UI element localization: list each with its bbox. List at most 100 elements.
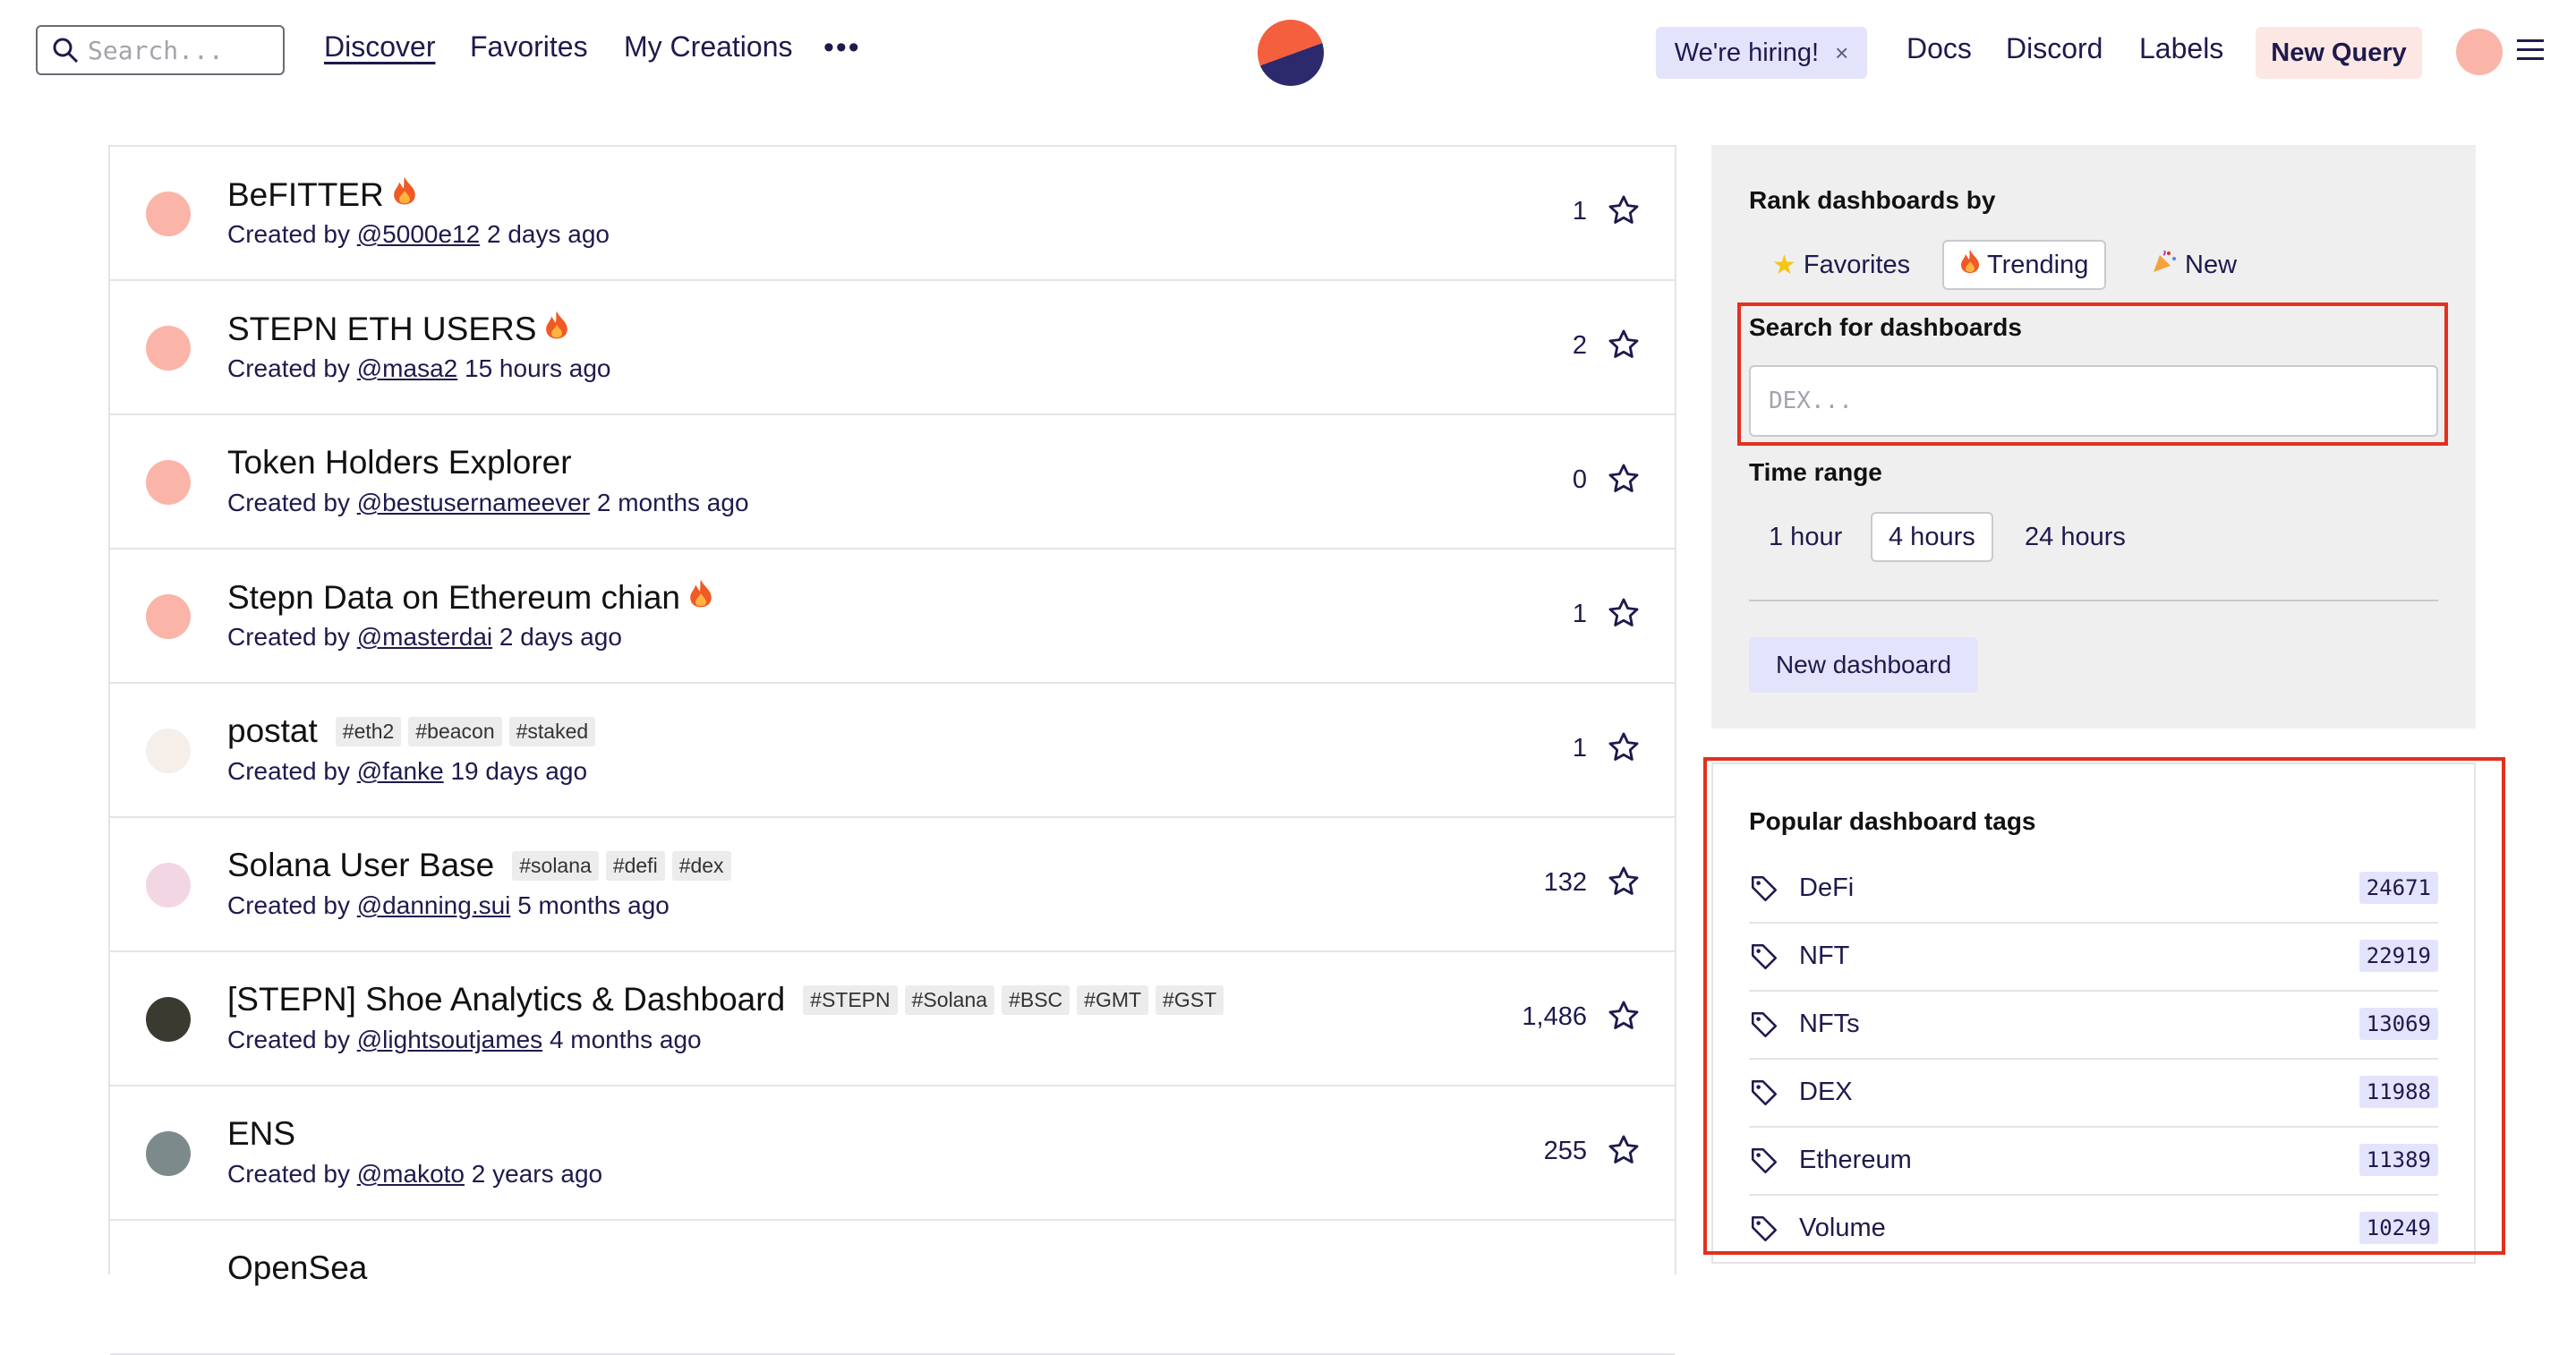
dashboard-title-text[interactable]: BeFITTER bbox=[227, 176, 384, 214]
nav-my-creations[interactable]: My Creations bbox=[624, 30, 793, 64]
dashboard-tag[interactable]: #GST bbox=[1156, 984, 1224, 1015]
star-icon[interactable] bbox=[1607, 865, 1641, 903]
creator-link[interactable]: @danning.sui bbox=[357, 891, 511, 919]
creator-link[interactable]: @makoto bbox=[357, 1160, 465, 1188]
dashboard-title[interactable]: OpenSea bbox=[227, 1249, 367, 1287]
created-age: 2 days ago bbox=[486, 220, 610, 248]
creator-avatar[interactable] bbox=[146, 460, 191, 505]
dashboard-row[interactable]: ENS Created by @makoto 2 years ago 255 bbox=[110, 1087, 1675, 1221]
creator-avatar[interactable] bbox=[146, 863, 191, 908]
dashboard-tag[interactable]: #solana bbox=[512, 850, 599, 881]
time-option-4h[interactable]: 4 hours bbox=[1871, 512, 1993, 562]
new-dashboard-button[interactable]: New dashboard bbox=[1749, 637, 1978, 693]
star-icon[interactable] bbox=[1607, 999, 1641, 1037]
dune-logo[interactable] bbox=[1258, 20, 1324, 86]
dashboard-row[interactable]: Token Holders Explorer Created by @bestu… bbox=[110, 415, 1675, 550]
dashboard-tag[interactable]: #STEPN bbox=[803, 984, 898, 1015]
dashboard-title-text[interactable]: OpenSea bbox=[227, 1249, 367, 1287]
rank-option-new[interactable]: New bbox=[2135, 240, 2253, 290]
dashboard-title[interactable]: Stepn Data on Ethereum chian bbox=[227, 578, 712, 617]
creator-avatar[interactable] bbox=[146, 997, 191, 1042]
dashboard-tag[interactable]: #defi bbox=[605, 850, 665, 881]
dashboard-title-text[interactable]: STEPN ETH USERS bbox=[227, 311, 536, 348]
more-menu-button[interactable]: ••• bbox=[823, 30, 861, 65]
fire-icon bbox=[689, 578, 712, 617]
user-avatar[interactable] bbox=[2456, 29, 2503, 75]
creator-avatar[interactable] bbox=[146, 192, 191, 236]
creator-link[interactable]: @5000e12 bbox=[357, 220, 480, 248]
dashboard-byline: Created by @lightsoutjames 4 months ago bbox=[227, 1026, 702, 1054]
dashboard-title-text[interactable]: Stepn Data on Ethereum chian bbox=[227, 579, 680, 617]
nav-discover[interactable]: Discover bbox=[324, 30, 435, 64]
creator-link[interactable]: @bestusernameever bbox=[357, 489, 590, 516]
nav-docs[interactable]: Docs bbox=[1906, 32, 1972, 65]
favorite-count: 1,486 bbox=[1522, 1002, 1587, 1031]
tag-list: #eth2 #beacon #staked bbox=[335, 716, 602, 746]
creator-link[interactable]: @masa2 bbox=[357, 354, 457, 382]
dashboard-title-text[interactable]: postat bbox=[227, 712, 318, 750]
rank-option-label: Trending bbox=[1987, 250, 2089, 279]
star-icon[interactable] bbox=[1607, 193, 1641, 232]
party-popper-icon bbox=[2151, 248, 2178, 282]
nav-labels[interactable]: Labels bbox=[2139, 32, 2223, 65]
creator-avatar[interactable] bbox=[146, 729, 191, 773]
dashboard-row[interactable]: BeFITTER Created by @5000e12 2 days ago … bbox=[110, 147, 1675, 281]
dashboard-title[interactable]: postat #eth2 #beacon #staked bbox=[227, 712, 602, 750]
creator-avatar[interactable] bbox=[146, 594, 191, 639]
dashboard-title[interactable]: BeFITTER bbox=[227, 175, 416, 214]
nav-favorites[interactable]: Favorites bbox=[470, 30, 588, 64]
dashboard-title[interactable]: Token Holders Explorer bbox=[227, 444, 572, 481]
created-age: 2 days ago bbox=[499, 623, 622, 651]
dashboard-row[interactable]: [STEPN] Shoe Analytics & Dashboard #STEPN… bbox=[110, 952, 1675, 1087]
dashboard-tag[interactable]: #GMT bbox=[1077, 984, 1149, 1015]
dashboard-title-text[interactable]: Solana User Base bbox=[227, 847, 494, 884]
dashboard-title-text[interactable]: ENS bbox=[227, 1115, 295, 1153]
star-icon[interactable] bbox=[1607, 1133, 1641, 1172]
dashboard-tag[interactable]: #eth2 bbox=[335, 716, 402, 746]
favorite-count: 255 bbox=[1543, 1137, 1587, 1165]
rank-option-favorites[interactable]: ★ Favorites bbox=[1756, 240, 1926, 290]
dashboard-title-text[interactable]: [STEPN] Shoe Analytics & Dashboard bbox=[227, 981, 785, 1018]
new-query-button[interactable]: New Query bbox=[2256, 27, 2422, 79]
time-option-1h[interactable]: 1 hour bbox=[1753, 512, 1858, 562]
dashboard-tag[interactable]: #Solana bbox=[904, 984, 995, 1015]
star-icon[interactable] bbox=[1607, 328, 1641, 366]
hiring-banner[interactable]: We're hiring! × bbox=[1656, 27, 1867, 79]
hamburger-menu-icon[interactable] bbox=[2517, 39, 2544, 66]
dashboard-title[interactable]: STEPN ETH USERS bbox=[227, 310, 568, 348]
star-icon[interactable] bbox=[1607, 730, 1641, 769]
creator-link[interactable]: @lightsoutjames bbox=[357, 1026, 542, 1053]
dashboard-tag[interactable]: #staked bbox=[508, 716, 596, 746]
time-option-24h[interactable]: 24 hours bbox=[2009, 512, 2142, 562]
creator-avatar[interactable] bbox=[146, 326, 191, 371]
created-age: 5 months ago bbox=[517, 891, 670, 919]
dashboard-title[interactable]: Solana User Base #solana #defi #dex bbox=[227, 847, 738, 884]
dashboard-title-text[interactable]: Token Holders Explorer bbox=[227, 444, 572, 481]
dashboard-tag[interactable]: #beacon bbox=[408, 716, 502, 746]
created-by-label: Created by bbox=[227, 891, 350, 919]
star-icon[interactable] bbox=[1607, 596, 1641, 635]
dashboard-title[interactable]: [STEPN] Shoe Analytics & Dashboard #STEPN… bbox=[227, 981, 1231, 1018]
dashboard-row[interactable]: Solana User Base #solana #defi #dex Created… bbox=[110, 818, 1675, 952]
nav-discord[interactable]: Discord bbox=[2006, 32, 2103, 65]
favorite-count: 1 bbox=[1572, 197, 1587, 226]
creator-avatar[interactable] bbox=[146, 1266, 191, 1310]
global-search-input[interactable]: Search... bbox=[36, 25, 285, 75]
fire-icon bbox=[545, 310, 568, 348]
creator-avatar[interactable] bbox=[146, 1131, 191, 1176]
star-icon[interactable] bbox=[1607, 462, 1641, 500]
dashboard-row[interactable]: Stepn Data on Ethereum chian Created by … bbox=[110, 550, 1675, 684]
creator-link[interactable]: @masterdai bbox=[357, 623, 492, 651]
created-by-label: Created by bbox=[227, 623, 350, 651]
dashboard-row[interactable]: STEPN ETH USERS Created by @masa2 15 hou… bbox=[110, 281, 1675, 415]
dashboard-title[interactable]: ENS bbox=[227, 1115, 295, 1153]
dashboard-row[interactable]: OpenSea bbox=[110, 1221, 1675, 1355]
rank-option-trending[interactable]: Trending bbox=[1942, 240, 2107, 290]
creator-link[interactable]: @fanke bbox=[357, 757, 444, 785]
fire-icon bbox=[1960, 249, 1980, 281]
hiring-text: We're hiring! bbox=[1674, 38, 1820, 67]
close-icon[interactable]: × bbox=[1835, 39, 1848, 67]
dashboard-row[interactable]: postat #eth2 #beacon #staked Created by @fa… bbox=[110, 684, 1675, 818]
dashboard-tag[interactable]: #dex bbox=[671, 850, 731, 881]
dashboard-tag[interactable]: #BSC bbox=[1002, 984, 1070, 1015]
